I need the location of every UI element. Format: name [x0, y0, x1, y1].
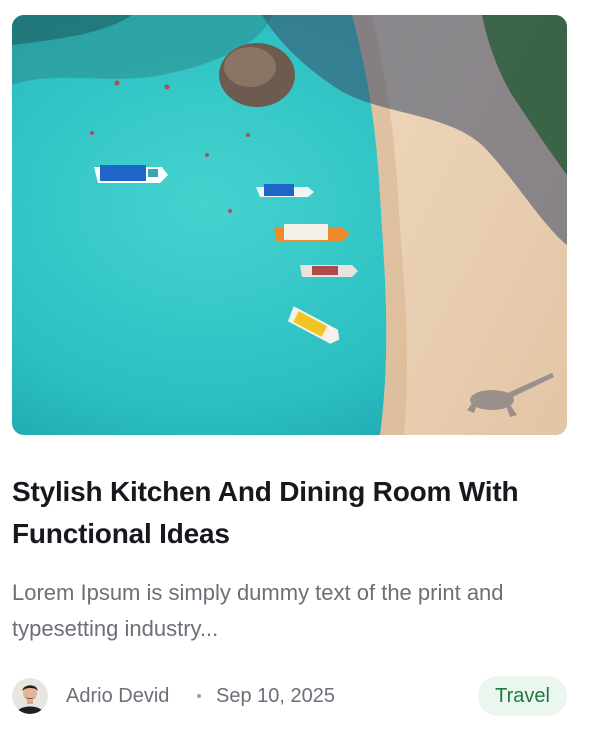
post-title[interactable]: Stylish Kitchen And Dining Room With Fun… [12, 471, 552, 555]
person-avatar-icon [12, 678, 48, 714]
post-excerpt: Lorem Ipsum is simply dummy text of the … [12, 580, 504, 641]
author-name[interactable]: Adrio Devid [66, 684, 169, 708]
post-date: Sep 10, 2025 [216, 685, 335, 707]
author-avatar[interactable] [12, 678, 48, 714]
post-cover-image[interactable] [12, 15, 567, 435]
post-meta: Adrio Devid Sep 10, 2025 Travel [12, 676, 567, 716]
beach-boats-illustration [12, 15, 567, 435]
blog-post-card: Stylish Kitchen And Dining Room With Fun… [0, 0, 590, 740]
separator-dot [197, 694, 201, 698]
boat [94, 165, 168, 183]
category-tag[interactable]: Travel [478, 676, 567, 716]
